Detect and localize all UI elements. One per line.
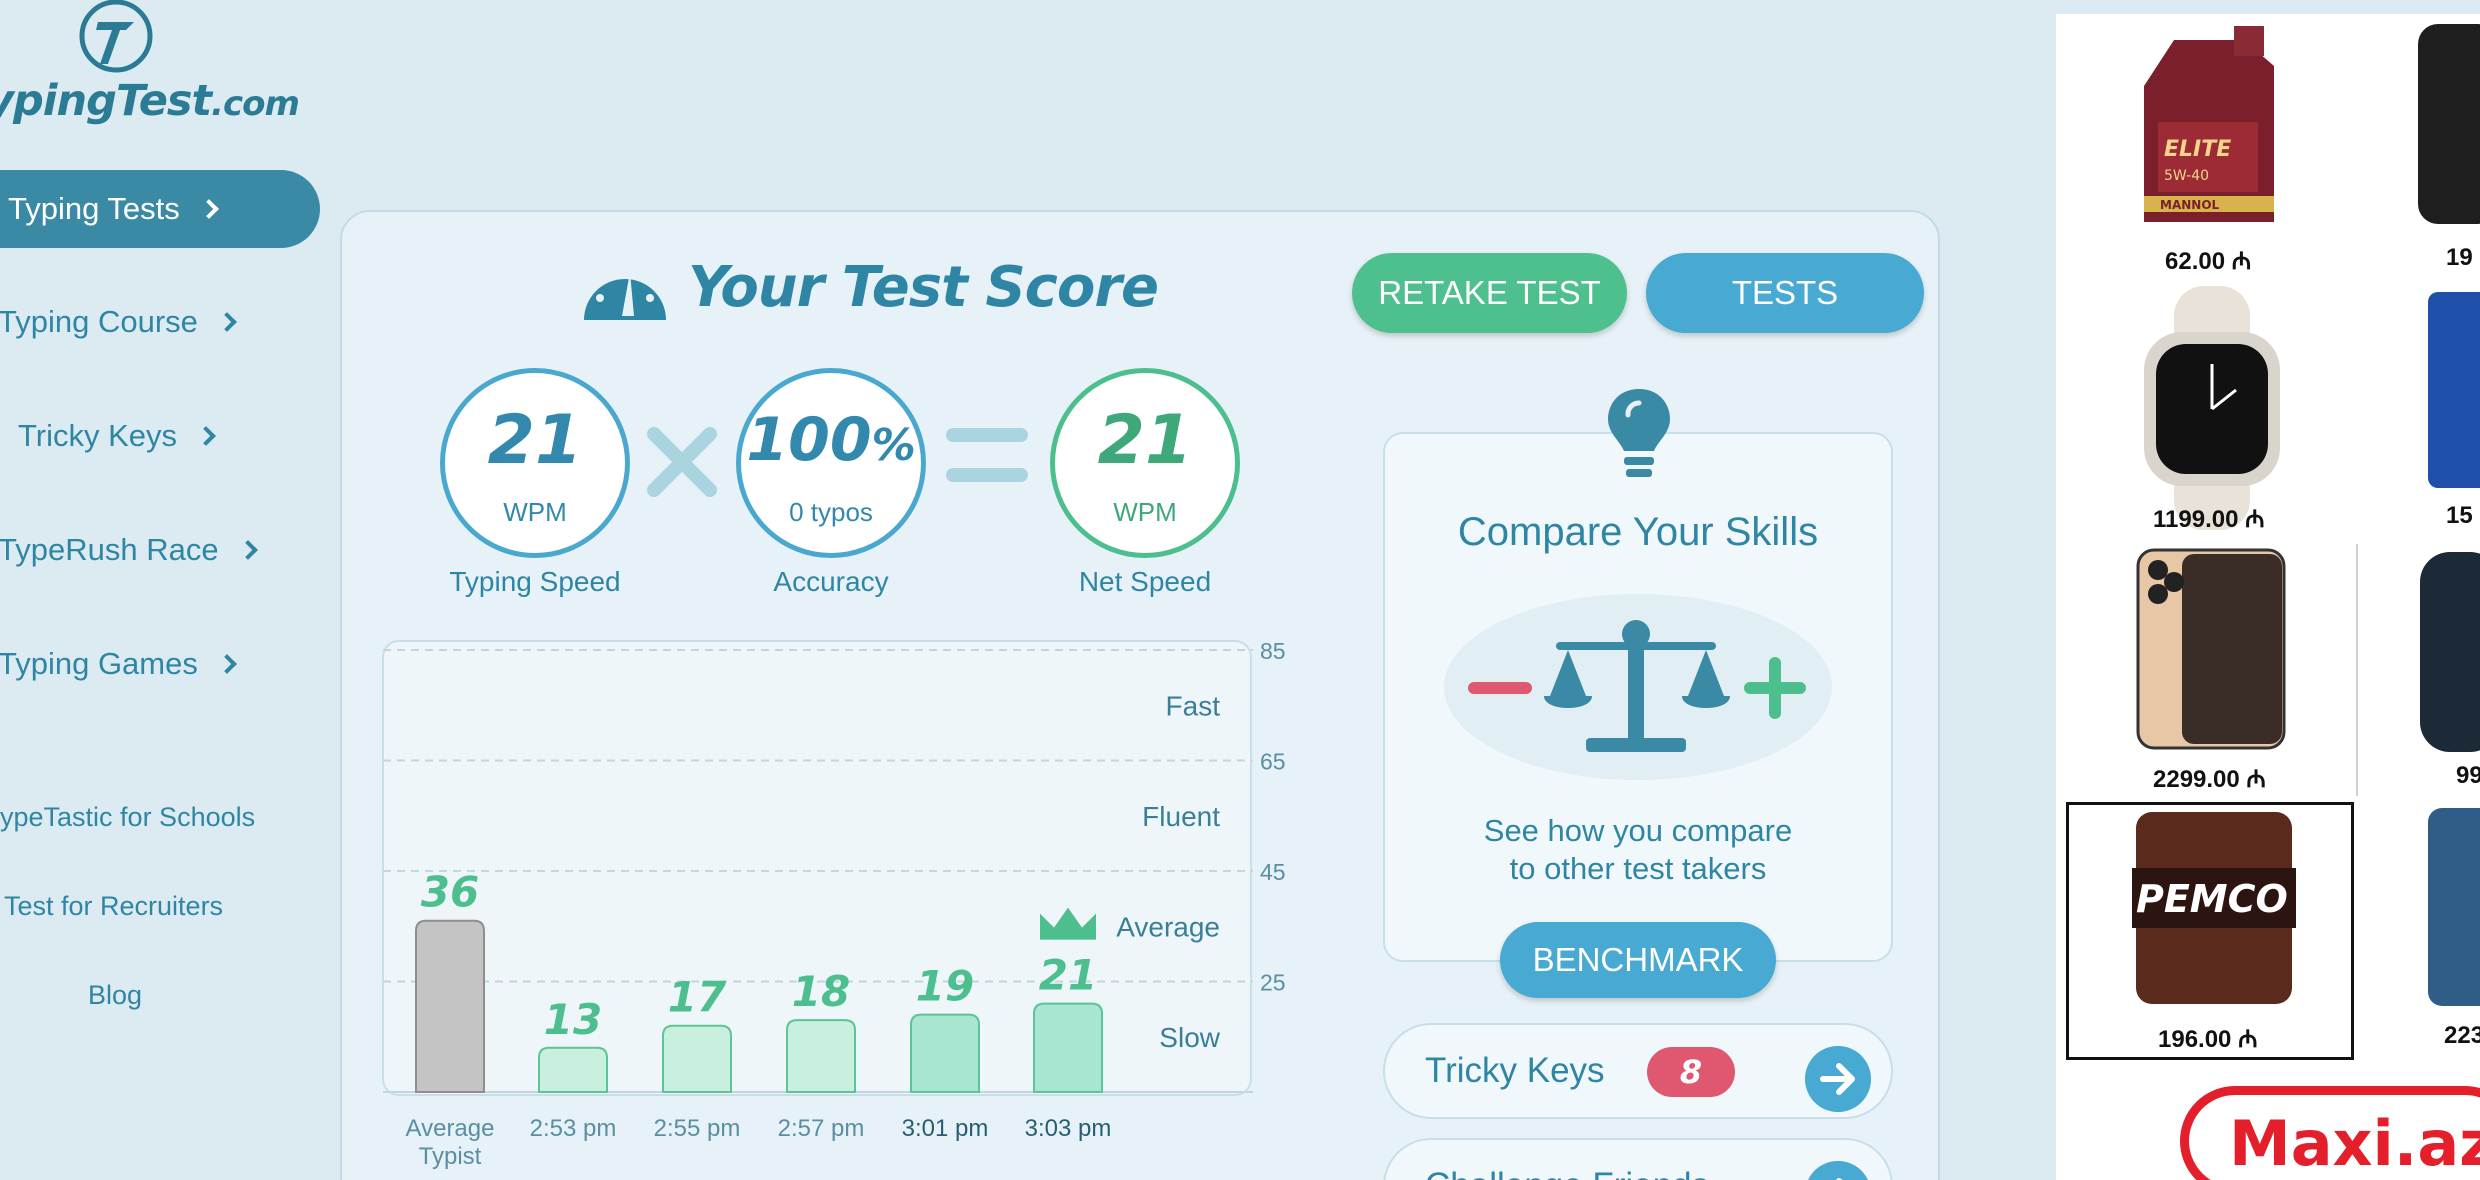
bar-value-label: 17 bbox=[668, 973, 727, 1022]
bar-value-label: 21 bbox=[1039, 951, 1097, 1000]
svg-text:5W-40: 5W-40 bbox=[2164, 168, 2209, 184]
x-tick-label: 2:53 pm bbox=[530, 1115, 617, 1142]
logo-icon[interactable] bbox=[74, 0, 158, 74]
typing-speed-label: Typing Speed bbox=[449, 566, 621, 597]
nav-typerush-race[interactable]: TypeRush Race bbox=[0, 532, 258, 568]
net-speed-label: Net Speed bbox=[1078, 566, 1212, 597]
typing-speed-value: 21 bbox=[487, 401, 583, 480]
zone-label: Average bbox=[1116, 911, 1220, 942]
zone-label: Fast bbox=[1166, 690, 1221, 721]
chevron-right-icon bbox=[216, 312, 237, 332]
chevron-right-icon bbox=[237, 540, 258, 560]
scale-icon bbox=[1544, 620, 1730, 752]
benchmark-button[interactable]: BENCHMARK bbox=[1500, 922, 1776, 998]
x-tick-label: 3:03 pm bbox=[1025, 1115, 1112, 1142]
side-price-3: 99 bbox=[2456, 762, 2480, 789]
chevron-right-icon bbox=[198, 199, 219, 219]
product-watch[interactable] bbox=[2122, 286, 2302, 530]
svg-text:ELITE: ELITE bbox=[2164, 137, 2231, 162]
nav-typing-games[interactable]: Typing Games bbox=[0, 646, 237, 682]
maxi-logo[interactable]: Maxi.az bbox=[2180, 1086, 2480, 1180]
accuracy-typos: 0 typos bbox=[789, 497, 873, 527]
speedometer-icon bbox=[584, 264, 666, 320]
accuracy-label: Accuracy bbox=[773, 566, 889, 597]
logo-text[interactable]: ypingTest.com bbox=[0, 76, 300, 126]
equals-icon bbox=[946, 428, 1028, 482]
minus-icon bbox=[1468, 682, 1532, 694]
challenge-friends-label: Challenge Friends bbox=[1425, 1166, 1709, 1180]
bar bbox=[786, 1019, 856, 1093]
price-2: 1199.00 ₼ bbox=[2153, 506, 2265, 533]
y-tick-label: 25 bbox=[1260, 970, 1286, 996]
accuracy-circle: 100% 0 typos bbox=[736, 368, 926, 558]
bar-value-label: 18 bbox=[792, 967, 850, 1016]
bar-value-label: 19 bbox=[916, 962, 974, 1011]
y-tick-label: 85 bbox=[1260, 638, 1286, 664]
plus-icon bbox=[1744, 657, 1806, 719]
nav-typing-course[interactable]: Typing Course bbox=[0, 304, 237, 340]
score-title: Your Test Score bbox=[580, 250, 1159, 324]
price-3: 2299.00 ₼ bbox=[2153, 766, 2266, 793]
x-tick-label: 2:57 pm bbox=[778, 1115, 865, 1142]
y-tick-label: 45 bbox=[1260, 859, 1286, 885]
score-title-text: Your Test Score bbox=[688, 254, 1159, 320]
side-price-4: 223 bbox=[2444, 1022, 2480, 1049]
side-price-1: 19 bbox=[2446, 244, 2473, 271]
nav-typing-tests[interactable]: Typing Tests bbox=[0, 170, 320, 248]
arrow-right-icon[interactable] bbox=[1805, 1046, 1871, 1112]
speed-history-chart: 85654525FastFluentAverageSlow36AverageTy… bbox=[382, 638, 1286, 1170]
nav-tricky-keys[interactable]: Tricky Keys bbox=[18, 418, 216, 454]
product-oil-drum[interactable]: PEMCO bbox=[2132, 808, 2296, 1008]
typing-speed-circle: 21 WPM bbox=[440, 368, 630, 558]
bar bbox=[910, 1013, 980, 1093]
svg-text:PEMCO: PEMCO bbox=[2136, 877, 2288, 921]
bar bbox=[1033, 1002, 1103, 1093]
side-price-2: 15 bbox=[2446, 502, 2473, 529]
bar bbox=[538, 1046, 608, 1093]
lightbulb-icon bbox=[1608, 389, 1670, 477]
compare-title: Compare Your Skills bbox=[1457, 510, 1819, 554]
net-speed-value: 21 bbox=[1097, 401, 1193, 480]
price-1: 62.00 ₼ bbox=[2165, 248, 2252, 275]
bar-value-label: 36 bbox=[421, 868, 479, 917]
nav-schools-link[interactable]: ypeTastic for Schools bbox=[0, 802, 255, 833]
bar-value-label: 13 bbox=[544, 995, 602, 1044]
arrow-right-icon[interactable] bbox=[1805, 1161, 1871, 1180]
tricky-keys-row[interactable]: Tricky Keys 8 bbox=[1383, 1023, 1893, 1119]
accuracy-value: 100% bbox=[746, 405, 916, 475]
product-partial-3[interactable] bbox=[2420, 552, 2480, 752]
x-tick-label: Typist bbox=[419, 1143, 482, 1170]
zone-label: Slow bbox=[1159, 1022, 1220, 1053]
chevron-right-icon bbox=[196, 426, 216, 446]
product-oil-can[interactable]: ELITE 5W-40 MANNOL bbox=[2124, 26, 2294, 232]
zone-label: Fluent bbox=[1142, 801, 1220, 832]
price-4: 196.00 ₼ bbox=[2158, 1026, 2258, 1053]
svg-text:MANNOL: MANNOL bbox=[2160, 198, 2220, 212]
y-tick-label: 65 bbox=[1260, 749, 1286, 775]
nav-label: Typing Tests bbox=[8, 191, 180, 226]
tests-button[interactable]: TESTS bbox=[1646, 253, 1924, 333]
bar bbox=[415, 919, 485, 1093]
nav-recruiters-link[interactable]: Test for Recruiters bbox=[4, 891, 223, 922]
x-tick-label: 3:01 pm bbox=[902, 1115, 989, 1142]
multiply-icon bbox=[647, 427, 717, 497]
chevron-right-icon bbox=[216, 654, 237, 674]
product-partial-1[interactable] bbox=[2418, 24, 2480, 224]
balance-scale-icon bbox=[1468, 620, 1806, 752]
nav-blog-link[interactable]: Blog bbox=[88, 980, 142, 1011]
challenge-friends-row[interactable]: Challenge Friends bbox=[1383, 1138, 1893, 1180]
net-speed-unit: WPM bbox=[1113, 497, 1177, 527]
compare-subtitle: See how you compare to other test takers bbox=[1483, 813, 1793, 886]
product-phone[interactable] bbox=[2136, 548, 2286, 750]
product-partial-2[interactable] bbox=[2428, 292, 2480, 488]
product-partial-4[interactable] bbox=[2428, 808, 2480, 1006]
typing-speed-unit: WPM bbox=[503, 497, 567, 527]
x-tick-label: Average bbox=[406, 1115, 495, 1142]
bar bbox=[662, 1024, 732, 1093]
tricky-keys-label: Tricky Keys bbox=[1425, 1051, 1605, 1090]
x-tick-label: 2:55 pm bbox=[654, 1115, 741, 1142]
tricky-keys-count-badge: 8 bbox=[1647, 1047, 1735, 1097]
net-speed-circle: 21 WPM bbox=[1050, 368, 1240, 558]
retake-test-button[interactable]: RETAKE TEST bbox=[1352, 253, 1627, 333]
